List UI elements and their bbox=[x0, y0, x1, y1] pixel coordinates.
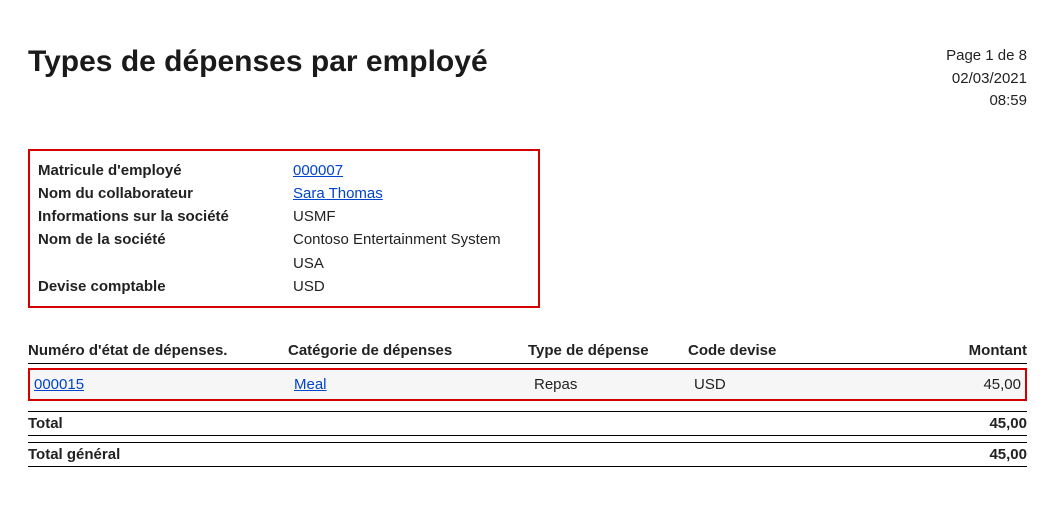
report-number-link[interactable]: 000015 bbox=[34, 376, 84, 393]
header-amount: Montant bbox=[888, 342, 1027, 359]
total-label: Total bbox=[28, 415, 63, 432]
collaborator-label: Nom du collaborateur bbox=[38, 182, 293, 205]
grand-total-label: Total général bbox=[28, 446, 120, 463]
table-row: 000015 Meal Repas USD 45,00 bbox=[34, 376, 1021, 393]
total-value: 45,00 bbox=[989, 415, 1027, 432]
total-row: Total 45,00 bbox=[28, 411, 1027, 436]
header-report: Numéro d'état de dépenses. bbox=[28, 342, 288, 359]
page-number: Page 1 de 8 bbox=[946, 45, 1027, 68]
grand-total-value: 45,00 bbox=[989, 446, 1027, 463]
table-header-row: Numéro d'état de dépenses. Catégorie de … bbox=[28, 342, 1027, 364]
employee-id-label: Matricule d'employé bbox=[38, 159, 293, 182]
header-type: Type de dépense bbox=[528, 342, 688, 359]
company-name-value: Contoso Entertainment System USA bbox=[293, 228, 528, 275]
employee-info-box: Matricule d'employé 000007 Nom du collab… bbox=[28, 149, 540, 309]
company-info-label: Informations sur la société bbox=[38, 205, 293, 228]
page-title: Types de dépenses par employé bbox=[28, 45, 488, 78]
collaborator-link[interactable]: Sara Thomas bbox=[293, 185, 383, 202]
currency-value: USD bbox=[293, 275, 325, 298]
expense-type-value: Repas bbox=[534, 376, 694, 393]
page-meta: Page 1 de 8 02/03/2021 08:59 bbox=[946, 45, 1027, 113]
header-category: Catégorie de dépenses bbox=[288, 342, 528, 359]
company-name-label: Nom de la société bbox=[38, 228, 293, 251]
header-currency: Code devise bbox=[688, 342, 888, 359]
currency-label: Devise comptable bbox=[38, 275, 293, 298]
grand-total-row: Total général 45,00 bbox=[28, 442, 1027, 467]
table-row-highlight: 000015 Meal Repas USD 45,00 bbox=[28, 368, 1027, 401]
employee-id-link[interactable]: 000007 bbox=[293, 162, 343, 179]
amount-value: 45,00 bbox=[894, 376, 1021, 393]
company-info-value: USMF bbox=[293, 205, 336, 228]
expense-category-link[interactable]: Meal bbox=[294, 376, 327, 393]
currency-code-value: USD bbox=[694, 376, 894, 393]
report-time: 08:59 bbox=[946, 90, 1027, 113]
expense-table: Numéro d'état de dépenses. Catégorie de … bbox=[28, 342, 1027, 467]
report-date: 02/03/2021 bbox=[946, 68, 1027, 91]
